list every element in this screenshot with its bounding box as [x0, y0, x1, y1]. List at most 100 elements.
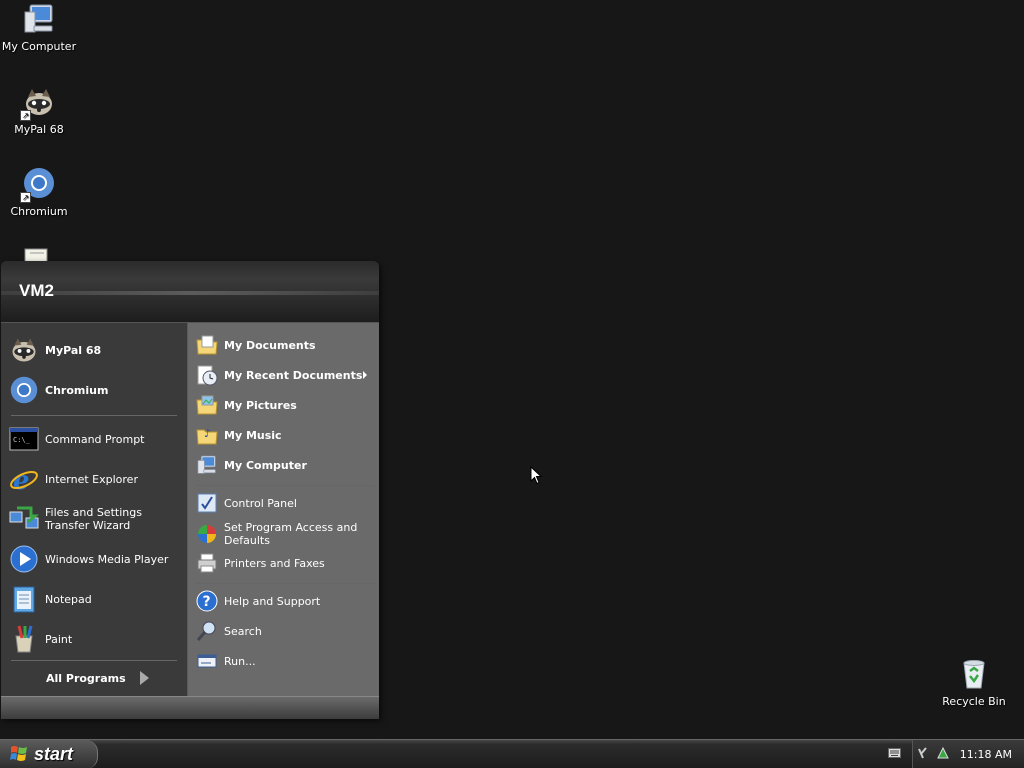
- header-sheen: [1, 291, 379, 295]
- start-menu-header: VM2: [1, 261, 379, 323]
- recent-item-paint[interactable]: Paint: [1, 622, 187, 656]
- recent-documents-icon: [196, 364, 218, 386]
- item-label: My Pictures: [224, 398, 297, 412]
- start-menu-left-pane: MyPal 68 Chromium C:\_ Command Prompt e …: [1, 323, 188, 696]
- item-label: My Documents: [224, 338, 316, 352]
- command-prompt-icon: C:\_: [9, 424, 39, 454]
- mypal-icon: [9, 335, 39, 365]
- taskbar: start 11:18 AM: [0, 739, 1024, 768]
- item-label: My Computer: [224, 458, 307, 472]
- item-label: MyPal 68: [45, 343, 102, 357]
- internet-explorer-icon: e: [9, 464, 39, 496]
- desktop-icon-recycle-bin[interactable]: Recycle Bin: [935, 657, 1013, 708]
- my-computer-icon: [196, 454, 218, 476]
- item-label: Run...: [224, 654, 256, 668]
- svg-text:?: ?: [203, 594, 211, 610]
- recent-item-internet-explorer[interactable]: e Internet Explorer: [1, 462, 187, 496]
- item-label: Paint: [45, 632, 73, 646]
- program-access-icon: [196, 523, 218, 545]
- setting-control-panel[interactable]: Control Panel: [188, 489, 376, 517]
- place-my-pictures[interactable]: My Pictures: [188, 391, 376, 419]
- user-name: VM2: [19, 281, 54, 300]
- desktop-icon-label: Chromium: [10, 205, 68, 218]
- separator: [11, 415, 177, 416]
- svg-text:e: e: [13, 466, 30, 494]
- separator: [196, 485, 374, 486]
- item-label: Set Program Access and Defaults: [224, 521, 358, 547]
- recent-item-media-player[interactable]: Windows Media Player: [1, 542, 187, 576]
- shortcut-arrow-icon: ↗: [20, 192, 31, 203]
- place-my-computer[interactable]: My Computer: [188, 451, 376, 479]
- keyboard-icon[interactable]: [888, 748, 901, 758]
- paint-icon: [9, 624, 39, 654]
- item-label: My Recent Documents: [224, 368, 363, 382]
- desktop-icon-my-computer[interactable]: My Computer: [0, 2, 78, 53]
- submenu-arrow-icon: [363, 371, 367, 379]
- chromium-icon: ↗: [20, 167, 56, 203]
- item-label: Command Prompt: [45, 432, 145, 446]
- svg-text:♪: ♪: [204, 427, 211, 440]
- item-label: Chromium: [45, 383, 109, 397]
- desktop-icon-label: My Computer: [1, 40, 77, 53]
- start-label: start: [34, 744, 74, 764]
- shortcut-arrow-icon: ↗: [20, 110, 31, 121]
- printer-icon: [196, 552, 218, 574]
- safely-remove-icon[interactable]: [936, 746, 950, 763]
- item-label: Search: [224, 624, 262, 638]
- separator: [196, 583, 374, 584]
- my-computer-icon: [22, 2, 56, 36]
- pinned-item-mypal[interactable]: MyPal 68: [1, 333, 187, 367]
- control-panel-icon: [196, 492, 218, 514]
- recent-item-notepad[interactable]: Notepad: [1, 582, 187, 616]
- media-player-icon: [9, 544, 39, 574]
- pinned-item-chromium[interactable]: Chromium: [1, 373, 187, 407]
- all-programs-button[interactable]: All Programs: [1, 665, 187, 691]
- recent-item-transfer-wizard[interactable]: Files and Settings Transfer Wizard: [1, 498, 187, 540]
- place-my-music[interactable]: ♪ My Music: [188, 421, 376, 449]
- desktop-icon-mypal[interactable]: ↗ MyPal 68: [0, 85, 78, 136]
- start-menu-body: MyPal 68 Chromium C:\_ Command Prompt e …: [1, 323, 379, 696]
- help-icon: ?: [196, 590, 218, 612]
- music-folder-icon: ♪: [196, 424, 218, 446]
- search-icon: [196, 620, 218, 642]
- item-label: Control Panel: [224, 496, 297, 510]
- item-label: Files and Settings Transfer Wizard: [45, 506, 142, 532]
- tool-help-support[interactable]: ? Help and Support: [188, 587, 376, 615]
- desktop-icon-chromium[interactable]: ↗ Chromium: [0, 167, 78, 218]
- place-my-documents[interactable]: My Documents: [188, 331, 376, 359]
- transfer-wizard-icon: [9, 504, 40, 534]
- setting-program-access[interactable]: Set Program Access and Defaults: [188, 518, 376, 550]
- clock[interactable]: 11:18 AM: [960, 748, 1012, 761]
- desktop-icon-partial[interactable]: [22, 247, 52, 261]
- network-icon[interactable]: [917, 746, 934, 763]
- recent-item-command-prompt[interactable]: C:\_ Command Prompt: [1, 422, 187, 456]
- place-my-recent-documents[interactable]: My Recent Documents: [188, 361, 376, 389]
- mouse-cursor-icon: [530, 465, 543, 488]
- recycle-bin-icon: [957, 657, 991, 691]
- svg-text:C:\_: C:\_: [13, 436, 31, 444]
- start-menu-right-pane: My Documents My Recent Documents My Pict…: [188, 323, 379, 696]
- item-label: Windows Media Player: [45, 552, 169, 566]
- tool-run[interactable]: Run...: [188, 647, 376, 675]
- item-label: Notepad: [45, 592, 92, 606]
- run-icon: [196, 650, 218, 672]
- windows-logo-icon: [10, 745, 28, 765]
- notepad-icon: [9, 584, 39, 614]
- item-label: Help and Support: [224, 594, 321, 608]
- setting-printers-faxes[interactable]: Printers and Faxes: [188, 549, 376, 577]
- start-menu: VM2 MyPal 68 Chromium C:\_ Command Promp…: [1, 261, 379, 719]
- all-programs-label: All Programs: [46, 671, 126, 685]
- mypal-icon: ↗: [20, 85, 56, 121]
- tool-search[interactable]: Search: [188, 617, 376, 645]
- documents-folder-icon: [196, 334, 218, 356]
- notepad-icon: [24, 248, 48, 261]
- desktop-icon-label: Recycle Bin: [942, 695, 1006, 708]
- start-menu-footer: [1, 696, 379, 719]
- separator: [11, 660, 177, 661]
- item-label: My Music: [224, 428, 282, 442]
- item-label: Internet Explorer: [45, 472, 138, 486]
- chromium-icon: [9, 375, 39, 405]
- desktop-icon-label: MyPal 68: [14, 123, 64, 136]
- system-tray: 11:18 AM: [912, 740, 1024, 768]
- start-button[interactable]: start: [0, 740, 98, 768]
